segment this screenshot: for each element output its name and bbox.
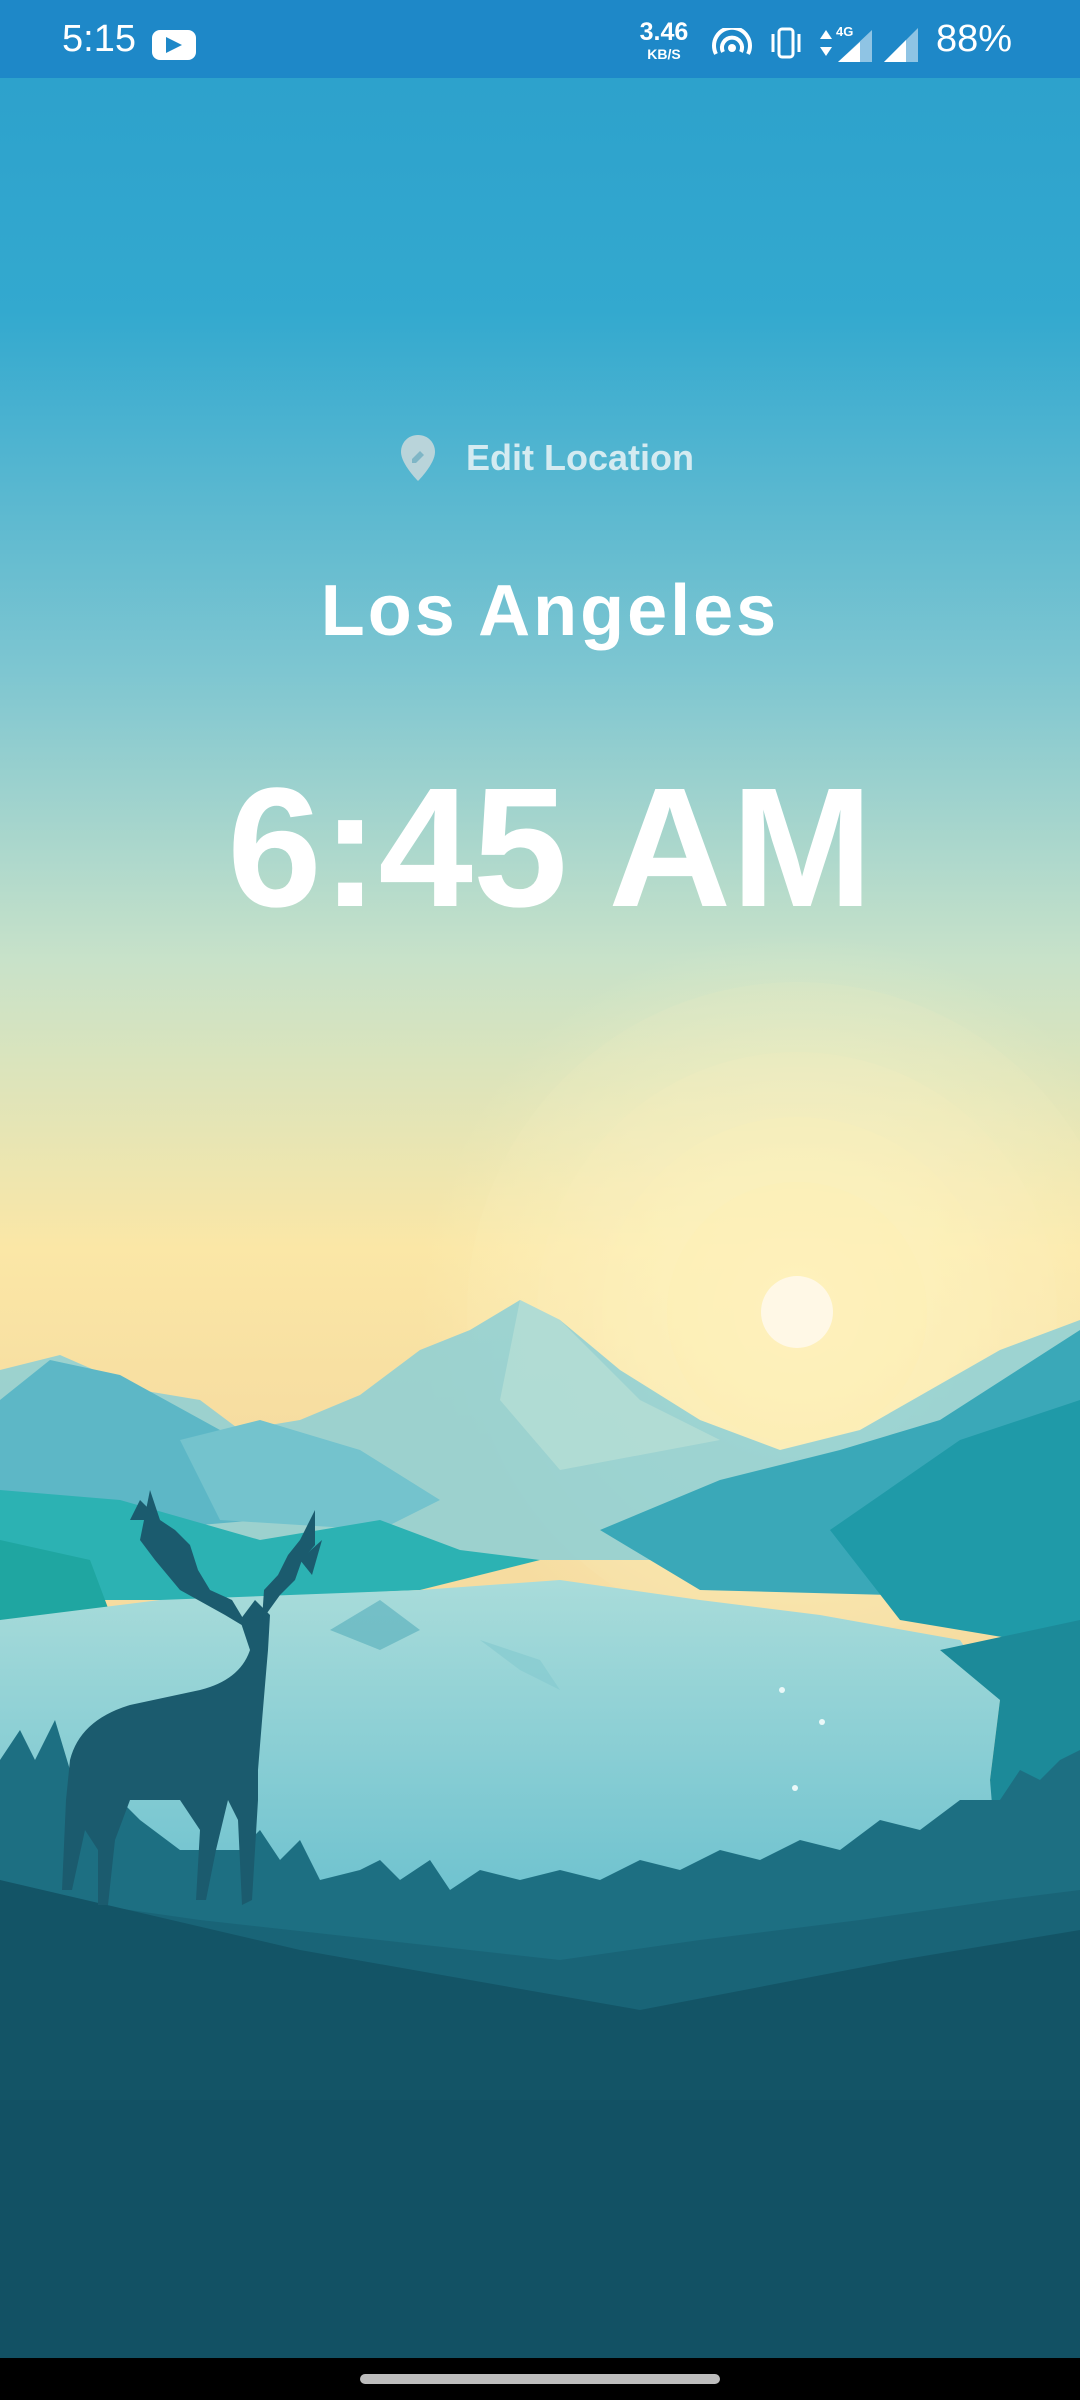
background-landscape bbox=[0, 0, 1080, 2400]
youtube-icon bbox=[152, 30, 196, 60]
navigation-bar bbox=[0, 2358, 1080, 2400]
signal-4g-icon: 4G bbox=[836, 24, 872, 62]
edit-location-button[interactable]: Edit Location bbox=[400, 432, 694, 484]
network-speed: 3.46 KB/S bbox=[632, 18, 696, 62]
data-arrows-icon bbox=[820, 30, 832, 56]
screen: 5:15 3.46 KB/S 4G 88% Edit Location Los … bbox=[0, 0, 1080, 2400]
local-time: 6:45 AM bbox=[227, 753, 873, 943]
signal-icon bbox=[884, 28, 918, 62]
city-name: Los Angeles bbox=[320, 571, 780, 651]
network-type: 4G bbox=[836, 24, 853, 39]
network-speed-value: 3.46 bbox=[639, 18, 689, 46]
battery-level: 88% bbox=[936, 18, 1013, 60]
network-speed-unit: KB/S bbox=[647, 46, 681, 62]
edit-location-label: Edit Location bbox=[466, 437, 694, 478]
status-bar: 5:15 3.46 KB/S 4G 88% bbox=[0, 0, 1080, 78]
hotspot-icon bbox=[712, 28, 752, 55]
status-time: 5:15 bbox=[62, 18, 136, 60]
location-pin-icon bbox=[401, 435, 435, 481]
vibrate-icon bbox=[771, 27, 801, 59]
home-gesture-handle[interactable] bbox=[360, 2374, 720, 2384]
